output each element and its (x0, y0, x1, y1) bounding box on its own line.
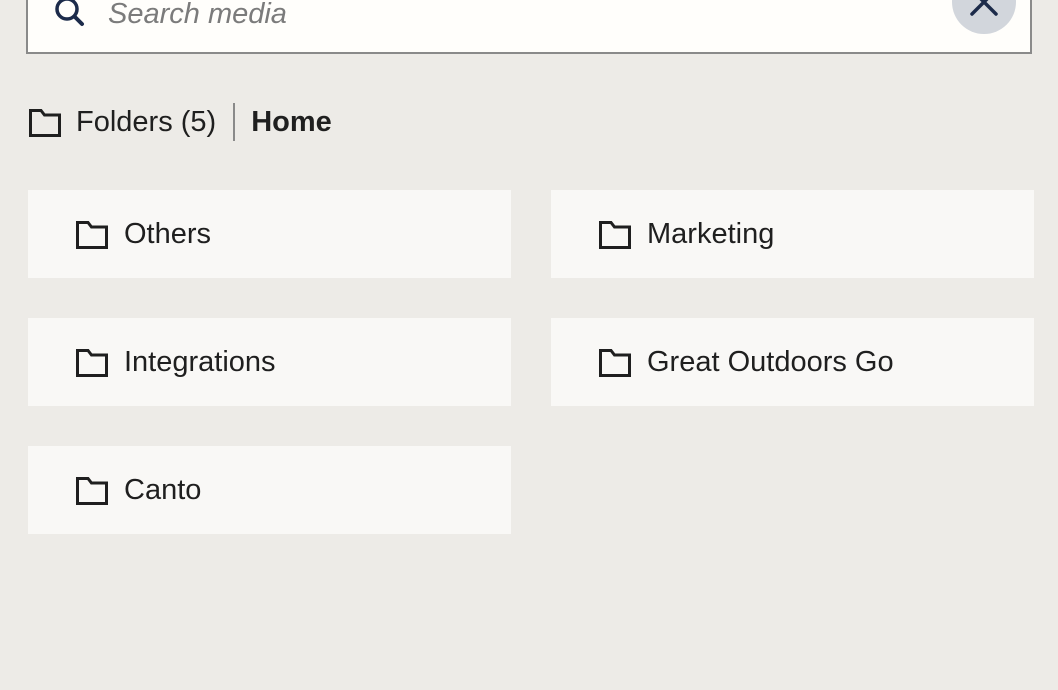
folder-card-great-outdoors-go[interactable]: Great Outdoors Go (551, 318, 1034, 406)
folder-card-canto[interactable]: Canto (28, 446, 511, 534)
folder-icon (598, 217, 632, 251)
folder-card-marketing[interactable]: Marketing (551, 190, 1034, 278)
breadcrumb: Folders (5) Home (28, 100, 332, 144)
clear-search-button[interactable] (952, 0, 1016, 34)
search-input[interactable] (108, 0, 908, 34)
search-icon (53, 0, 87, 30)
folder-card-integrations[interactable]: Integrations (28, 318, 511, 406)
close-icon (970, 0, 998, 16)
media-browser: Folders (5) Home Others Marketing (0, 0, 1058, 690)
folder-name: Canto (124, 473, 202, 506)
folder-card-others[interactable]: Others (28, 190, 511, 278)
folder-name: Integrations (124, 345, 276, 378)
folder-icon (75, 345, 109, 379)
folder-icon (28, 105, 62, 139)
folder-name: Others (124, 217, 212, 250)
folder-icon (598, 345, 632, 379)
folder-grid: Others Marketing Integrations Great Outd… (28, 190, 1034, 534)
breadcrumb-divider (233, 103, 236, 141)
breadcrumb-current-home: Home (251, 105, 332, 138)
search-bar (26, 0, 1032, 54)
folder-name: Great Outdoors Go (647, 345, 894, 378)
folder-name: Marketing (647, 217, 775, 250)
breadcrumb-folders-link[interactable]: Folders (5) (76, 106, 216, 139)
folder-icon (75, 217, 109, 251)
folder-icon (75, 473, 109, 507)
